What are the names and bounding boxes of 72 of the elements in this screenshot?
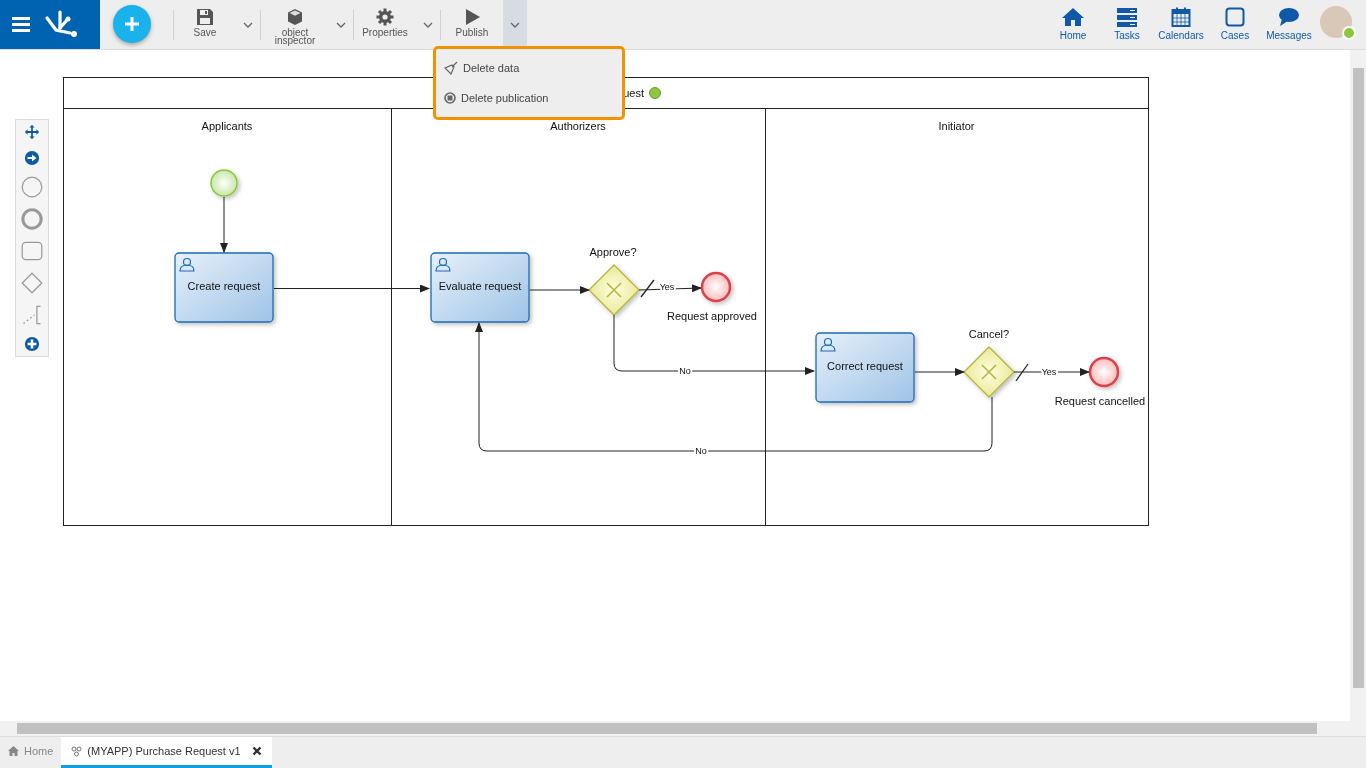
exclusive-gateway — [588, 264, 640, 316]
user-icon — [435, 257, 451, 272]
event-label: Request cancelled — [1054, 395, 1146, 407]
sequence-flow — [529, 286, 590, 294]
nav-button[interactable]: Cases — [1208, 0, 1262, 49]
vertical-scrollbar[interactable] — [1350, 50, 1366, 721]
toolbar-button[interactable]: Publish — [441, 0, 503, 49]
task-label: Correct request — [827, 360, 903, 372]
save-icon — [196, 8, 214, 26]
move-icon[interactable] — [24, 124, 40, 140]
caret-icon — [423, 21, 433, 28]
caret-icon — [336, 21, 346, 28]
flow-label: No — [679, 366, 691, 376]
task-label: Evaluate request — [438, 280, 522, 292]
nav-button[interactable]: Home — [1046, 0, 1100, 49]
status-dot — [649, 87, 661, 99]
lane-label: Applicants — [201, 120, 253, 132]
tab[interactable]: (MYAPP) Purchase Request v1 — [61, 737, 272, 768]
square-icon — [1225, 7, 1245, 27]
settings-icon — [376, 8, 394, 26]
list-icon — [1116, 7, 1138, 27]
nav-button[interactable]: Tasks — [1100, 0, 1154, 49]
calendar-icon — [1171, 7, 1191, 27]
gateway-label: Cancel? — [968, 328, 1010, 340]
task-label: Create request — [187, 280, 261, 292]
caret-icon — [510, 21, 520, 28]
add-button[interactable] — [113, 5, 151, 43]
end-event — [1088, 356, 1120, 388]
caret-icon — [243, 21, 253, 28]
toolbar-button[interactable]: Save — [174, 0, 236, 49]
horizontal-scrollbar[interactable] — [0, 721, 1366, 736]
sequence-flow — [638, 279, 702, 298]
menu-icon[interactable] — [12, 17, 30, 32]
play-icon — [463, 8, 481, 26]
close-icon[interactable] — [251, 746, 262, 756]
annotation-icon[interactable] — [21, 304, 43, 326]
rounded-rectangle-icon[interactable] — [21, 240, 43, 262]
exclusive-gateway — [963, 346, 1015, 398]
start-event — [210, 169, 238, 197]
stop-icon — [444, 92, 456, 104]
menu-item[interactable]: Delete publication — [436, 83, 622, 113]
broom-icon — [444, 61, 458, 75]
end-event — [700, 271, 732, 303]
status-dot — [1342, 26, 1356, 40]
sequence-flow — [220, 196, 228, 253]
lane-label: Initiator — [938, 120, 975, 132]
diamond-icon[interactable] — [21, 272, 43, 294]
nav-button[interactable]: Messages — [1262, 0, 1316, 49]
speech-bubble-icon — [1278, 7, 1300, 27]
toolbar-button[interactable]: object inspector — [261, 0, 329, 49]
logo-icon — [44, 9, 78, 40]
dropdown-button[interactable] — [503, 0, 527, 49]
plus-icon — [123, 15, 141, 33]
lane-label: Authorizers — [550, 120, 606, 132]
flow-label: No — [695, 446, 707, 456]
add-icon[interactable] — [24, 336, 40, 352]
arrow-circle-icon[interactable] — [24, 150, 40, 166]
flow-label: Yes — [1041, 367, 1057, 377]
thick-circle-icon[interactable] — [21, 208, 43, 230]
circle-icon[interactable] — [21, 176, 43, 198]
process-icon — [71, 745, 83, 757]
toolbar-button[interactable]: Properties — [354, 0, 416, 49]
home-icon — [1061, 7, 1085, 27]
event-label: Request approved — [667, 310, 757, 322]
menu-item[interactable]: Delete data — [436, 53, 622, 83]
flow-label: Yes — [659, 282, 675, 292]
user-icon — [179, 257, 195, 272]
cube-icon — [286, 8, 304, 26]
gateway-label: Approve? — [589, 246, 637, 258]
user-icon — [820, 337, 836, 352]
home-icon — [8, 746, 19, 756]
nav-button[interactable]: Calendars — [1154, 0, 1208, 49]
